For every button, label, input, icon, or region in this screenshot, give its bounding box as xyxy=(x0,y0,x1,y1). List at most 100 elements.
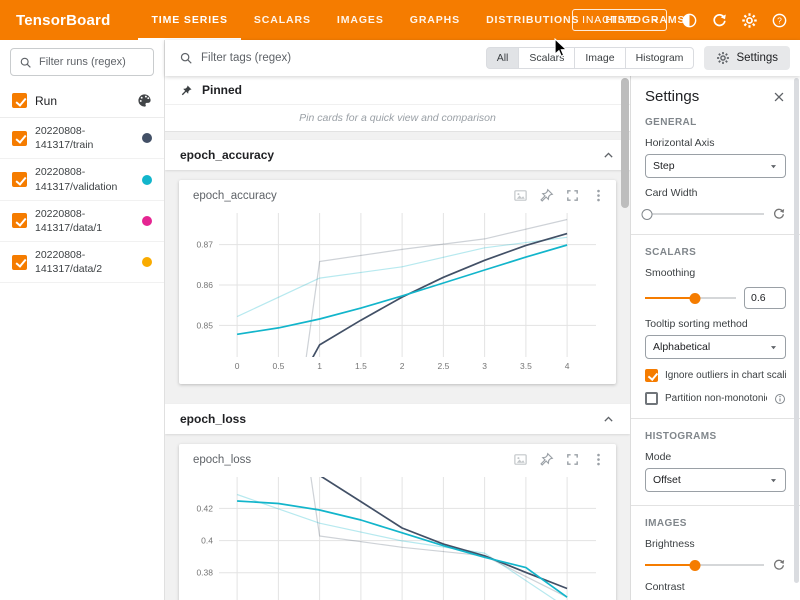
smoothing-slider[interactable] xyxy=(645,291,736,305)
run-checkbox[interactable] xyxy=(12,131,27,146)
section-epoch_accuracy: epoch_accuracyepoch_accuracy00.511.522.5… xyxy=(165,140,630,396)
ignore-outliers-checkbox-row[interactable]: Ignore outliers in chart scaling xyxy=(645,369,786,382)
svg-text:2: 2 xyxy=(400,361,405,371)
svg-text:0.42: 0.42 xyxy=(196,503,213,513)
more-options-icon[interactable] xyxy=(591,188,606,203)
svg-text:0.38: 0.38 xyxy=(196,568,213,578)
tab-scalars[interactable]: SCALARS xyxy=(241,0,324,40)
runs-filter-box xyxy=(10,48,154,76)
chevron-down-icon xyxy=(651,16,660,25)
svg-text:0.87: 0.87 xyxy=(196,240,213,250)
pinned-hint: Pin cards for a quick view and compariso… xyxy=(165,105,630,131)
svg-text:0.85: 0.85 xyxy=(196,320,213,330)
collapse-icon[interactable] xyxy=(602,413,615,426)
fullscreen-icon[interactable] xyxy=(565,188,580,203)
search-icon xyxy=(19,56,32,69)
pinned-title: Pinned xyxy=(202,83,242,97)
gear-icon xyxy=(716,51,730,65)
main-scrollbar[interactable] xyxy=(621,78,629,208)
run-color-dot[interactable] xyxy=(142,133,152,143)
reset-icon[interactable] xyxy=(772,558,786,572)
chevron-down-icon xyxy=(769,476,778,485)
run-checkbox[interactable] xyxy=(12,255,27,270)
contrast-icon[interactable] xyxy=(681,12,698,29)
settings-button[interactable]: Settings xyxy=(704,46,790,70)
filter-runs-input[interactable] xyxy=(39,56,145,68)
run-row[interactable]: 20220808-141317/train xyxy=(0,118,164,159)
status-dropdown[interactable]: INACTIVE xyxy=(572,9,667,31)
run-color-dot[interactable] xyxy=(142,216,152,226)
run-row[interactable]: 20220808-141317/data/2 xyxy=(0,242,164,283)
partition-x-checkbox-row[interactable]: Partition non-monotonic X axis xyxy=(645,392,786,405)
section-header-epoch_accuracy[interactable]: epoch_accuracy xyxy=(165,140,630,170)
card-width-row xyxy=(645,207,786,221)
filter-chip-scalars[interactable]: Scalars xyxy=(518,47,575,69)
svg-text:0: 0 xyxy=(235,361,240,371)
topbar-icons: ? xyxy=(681,12,788,29)
run-label: 20220808-141317/data/2 xyxy=(35,248,134,276)
ignore-outliers-label: Ignore outliers in chart scaling xyxy=(665,370,786,381)
svg-text:3.5: 3.5 xyxy=(520,361,532,371)
more-options-icon[interactable] xyxy=(591,452,606,467)
brightness-slider[interactable] xyxy=(645,558,764,572)
run-checkbox[interactable] xyxy=(12,172,27,187)
settings-panel: Settings GENERAL Horizontal Axis Step Ca… xyxy=(630,76,800,600)
tab-graphs[interactable]: GRAPHS xyxy=(397,0,473,40)
chart-epoch_accuracy[interactable]: 00.511.522.533.540.850.860.87 xyxy=(179,203,616,384)
filter-chip-all[interactable]: All xyxy=(486,47,520,69)
section-header-epoch_loss[interactable]: epoch_loss xyxy=(165,404,630,434)
select-all-runs-checkbox[interactable] xyxy=(12,93,27,108)
refresh-icon[interactable] xyxy=(711,12,728,29)
runs-sidebar: Run 20220808-141317/train20220808-141317… xyxy=(0,40,165,600)
svg-text:0.5: 0.5 xyxy=(272,361,284,371)
pin-icon[interactable] xyxy=(539,452,554,467)
svg-text:0.86: 0.86 xyxy=(196,280,213,290)
tag-sections: epoch_accuracy epoch_accuracy 00.511.522.5… xyxy=(165,140,630,600)
image-icon[interactable] xyxy=(513,188,528,203)
section-title: epoch_accuracy xyxy=(180,148,602,162)
smoothing-input[interactable] xyxy=(744,287,786,309)
chart-card-title: epoch_loss xyxy=(193,454,513,466)
pin-icon[interactable] xyxy=(539,188,554,203)
main-nav: TIME SERIESSCALARSIMAGESGRAPHSDISTRIBUTI… xyxy=(138,0,572,40)
filter-chip-image[interactable]: Image xyxy=(574,47,625,69)
horizontal-axis-label: Horizontal Axis xyxy=(645,137,786,149)
settings-scrollbar[interactable] xyxy=(794,78,799,583)
filter-chip-histogram[interactable]: Histogram xyxy=(625,47,695,69)
pin-icon xyxy=(180,84,193,97)
help-icon[interactable]: ? xyxy=(771,12,788,29)
topbar-actions: INACTIVE ? xyxy=(572,9,788,31)
run-color-dot[interactable] xyxy=(142,175,152,185)
card-width-slider[interactable] xyxy=(645,207,764,221)
fullscreen-icon[interactable] xyxy=(565,452,580,467)
reset-icon[interactable] xyxy=(772,207,786,221)
settings-gear-icon[interactable] xyxy=(741,12,758,29)
tooltip-sorting-select[interactable]: Alphabetical xyxy=(645,335,786,359)
chart-card-title: epoch_accuracy xyxy=(193,190,513,202)
ignore-outliers-checkbox[interactable] xyxy=(645,369,658,382)
palette-icon[interactable] xyxy=(137,93,152,108)
image-icon[interactable] xyxy=(513,452,528,467)
run-row[interactable]: 20220808-141317/data/1 xyxy=(0,201,164,242)
run-row[interactable]: 20220808-141317/validation xyxy=(0,159,164,200)
close-icon[interactable] xyxy=(772,90,786,104)
horizontal-axis-select[interactable]: Step xyxy=(645,154,786,178)
card-width-label: Card Width xyxy=(645,187,786,199)
horizontal-axis-value: Step xyxy=(653,160,675,172)
smoothing-row xyxy=(645,287,786,309)
pinned-header: Pinned xyxy=(165,76,630,105)
partition-x-label: Partition non-monotonic X axis xyxy=(665,393,767,404)
settings-heading-scalars: SCALARS xyxy=(645,247,786,258)
chart-epoch_loss[interactable]: 00.511.522.533.540.420.40.380.36 xyxy=(179,467,616,600)
run-color-dot[interactable] xyxy=(142,257,152,267)
collapse-icon[interactable] xyxy=(602,149,615,162)
tooltip-sorting-label: Tooltip sorting method xyxy=(645,318,786,330)
histogram-mode-select[interactable]: Offset xyxy=(645,468,786,492)
section-epoch_loss: epoch_lossepoch_loss00.511.522.533.540.4… xyxy=(165,404,630,600)
partition-x-checkbox[interactable] xyxy=(645,392,658,405)
tag-filter-chips: AllScalarsImageHistogram xyxy=(486,47,695,69)
tab-images[interactable]: IMAGES xyxy=(324,0,397,40)
filter-tags-input[interactable] xyxy=(201,52,486,64)
run-checkbox[interactable] xyxy=(12,213,27,228)
tab-time-series[interactable]: TIME SERIES xyxy=(138,0,240,40)
